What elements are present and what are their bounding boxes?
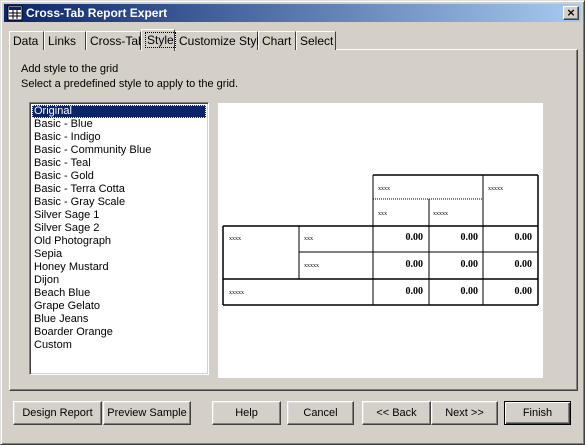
back-button[interactable]: << Back (362, 401, 431, 425)
style-list-item[interactable]: Beach Blue (32, 287, 206, 300)
title-bar[interactable]: Cross-Tab Report Expert × (4, 4, 581, 22)
tab-chart[interactable]: Chart (258, 31, 296, 50)
style-list-item[interactable]: Boarder Orange (32, 326, 206, 339)
cancel-button[interactable]: Cancel (287, 401, 354, 425)
cell-value: 0.00 (461, 232, 479, 243)
app-icon (7, 5, 23, 21)
style-list-item[interactable]: Custom (32, 339, 206, 352)
close-icon: × (566, 6, 576, 19)
style-list-item[interactable]: Original (32, 105, 206, 118)
style-list-item[interactable]: Grape Gelato (32, 300, 206, 313)
cell-value: 0.00 (515, 286, 533, 297)
row-total-header: xxxxx (229, 290, 244, 296)
style-list-item[interactable]: Basic - Gray Scale (32, 196, 206, 209)
style-list-item[interactable]: Old Photograph (32, 235, 206, 248)
cell-value: 0.00 (406, 232, 424, 243)
cell-value: 0.00 (515, 232, 533, 243)
tab-cross-tab[interactable]: Cross-Tab (86, 31, 145, 50)
tab-links[interactable]: Links (44, 31, 86, 50)
col-total-header: xxxxx (488, 186, 503, 192)
cell-value: 0.00 (406, 286, 424, 297)
next-button[interactable]: Next >> (431, 401, 498, 425)
preview-sample-button[interactable]: Preview Sample (103, 401, 191, 425)
row-group-header: xxxx (229, 236, 241, 242)
instruction-heading: Add style to the grid (21, 63, 119, 75)
col-b-header: xxxxx (433, 211, 448, 217)
style-list-item[interactable]: Dijon (32, 274, 206, 287)
row-b-header: xxxxx (304, 263, 319, 269)
cross-tab-report-expert-window: Cross-Tab Report Expert × Data Links Cro… (0, 0, 585, 445)
style-list-item[interactable]: Basic - Gold (32, 170, 206, 183)
style-list-item[interactable]: Basic - Community Blue (32, 144, 206, 157)
style-list-item[interactable]: Blue Jeans (32, 313, 206, 326)
help-button[interactable]: Help (212, 401, 281, 425)
finish-button[interactable]: Finish (504, 401, 571, 425)
window-title: Cross-Tab Report Expert (26, 6, 168, 20)
style-list-item[interactable]: Basic - Indigo (32, 131, 206, 144)
crosstab-preview-grid: xxxx xxxxx xxx xxxxx xxxx xxx xxxxx xxxx… (222, 174, 539, 306)
cell-value: 0.00 (461, 259, 479, 270)
style-list-item[interactable]: Silver Sage 1 (32, 209, 206, 222)
col-a-header: xxx (378, 211, 387, 217)
cell-value: 0.00 (515, 259, 533, 270)
tab-select[interactable]: Select (296, 31, 336, 50)
instruction-text: Select a predefined style to apply to th… (21, 78, 239, 90)
style-list-item[interactable]: Sepia (32, 248, 206, 261)
tab-data[interactable]: Data (9, 31, 44, 50)
style-list-item[interactable]: Silver Sage 2 (32, 222, 206, 235)
cell-value: 0.00 (406, 259, 424, 270)
style-list-item[interactable]: Basic - Terra Cotta (32, 183, 206, 196)
close-button[interactable]: × (563, 6, 579, 20)
design-report-button[interactable]: Design Report (13, 401, 102, 425)
row-a-header: xxx (304, 236, 313, 242)
cell-value: 0.00 (461, 286, 479, 297)
tab-customize-style[interactable]: Customize Style (175, 31, 266, 50)
style-list-item[interactable]: Basic - Teal (32, 157, 206, 170)
style-list-item[interactable]: Honey Mustard (32, 261, 206, 274)
style-listbox[interactable]: Original Basic - Blue Basic - Indigo Basic … (29, 102, 209, 375)
col-group-header: xxxx (378, 186, 390, 192)
tab-style[interactable]: Style (141, 29, 176, 51)
style-list-item[interactable]: Basic - Blue (32, 118, 206, 131)
style-preview: xxxx xxxxx xxx xxxxx xxxx xxx xxxxx xxxx… (218, 103, 543, 378)
